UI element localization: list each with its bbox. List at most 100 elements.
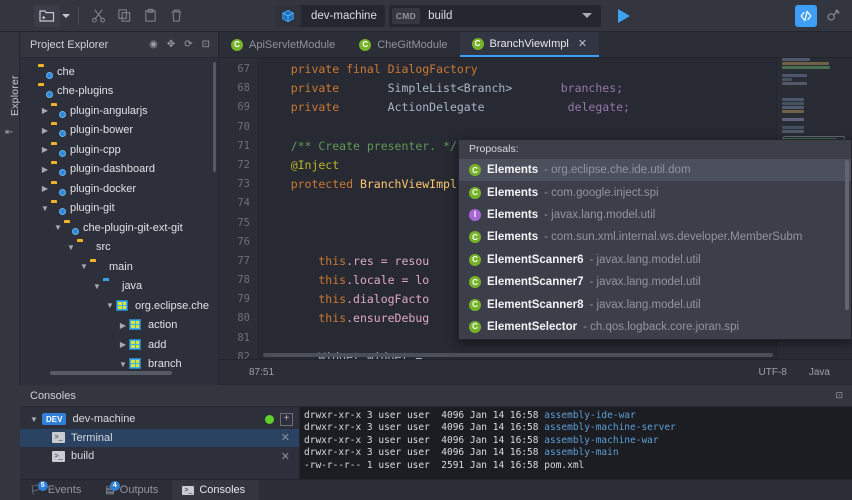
tree-node[interactable]: ▶add bbox=[20, 335, 218, 355]
line-number: 72 bbox=[219, 156, 257, 175]
collapse-icon[interactable]: ⇤ bbox=[5, 127, 13, 138]
code-line: private SimpleList<Branch> branches; bbox=[263, 79, 852, 98]
chevron-down-icon[interactable]: ▼ bbox=[52, 223, 64, 232]
bottom-tab[interactable]: ▤4Outputs bbox=[95, 480, 172, 500]
tree-node[interactable]: ▶plugin-cpp bbox=[20, 140, 218, 160]
console-list-item[interactable]: ▼DEVdev-machine+ bbox=[20, 410, 299, 429]
tree-node[interactable]: ▼che-plugin-git-ext-git bbox=[20, 218, 218, 238]
tree-node[interactable]: ·che-plugins bbox=[20, 82, 218, 102]
bottom-tab[interactable]: 🏳5Events bbox=[20, 480, 95, 500]
cut-icon[interactable] bbox=[85, 5, 111, 27]
web-project-folder-icon bbox=[51, 163, 65, 175]
minimap-line bbox=[782, 66, 830, 69]
tree-vertical-scrollbar[interactable] bbox=[213, 62, 216, 172]
chevron-down-icon[interactable]: ▼ bbox=[39, 204, 51, 213]
console-list-item[interactable]: >_build✕ bbox=[20, 447, 299, 466]
tree-node[interactable]: ▼org.eclipse.che bbox=[20, 296, 218, 316]
close-icon[interactable]: ✕ bbox=[281, 450, 290, 463]
command-selector[interactable]: CMD build bbox=[389, 5, 601, 27]
tree-horizontal-scrollbar[interactable] bbox=[50, 371, 172, 375]
line-number: 70 bbox=[219, 118, 257, 137]
tree-node[interactable]: ▶action bbox=[20, 316, 218, 336]
proposal-item[interactable]: CElementSelector- ch.qos.logback.core.jo… bbox=[459, 316, 851, 338]
chevron-down-icon[interactable]: ▼ bbox=[91, 282, 103, 291]
tree-spacer: · bbox=[26, 67, 38, 76]
proposals-scrollbar[interactable] bbox=[845, 160, 849, 310]
run-button[interactable] bbox=[611, 5, 637, 27]
chevron-right-icon[interactable]: ▶ bbox=[39, 126, 51, 135]
code-token: this bbox=[263, 254, 346, 268]
code-token: this bbox=[263, 311, 346, 325]
bottom-tab[interactable]: >_Consoles bbox=[172, 480, 259, 500]
proposal-item[interactable]: CElementScanner6- javax.lang.model.util bbox=[459, 249, 851, 271]
project-tree[interactable]: ·che·che-plugins▶plugin-angularjs▶plugin… bbox=[20, 58, 218, 378]
delete-icon[interactable] bbox=[163, 5, 189, 27]
proposal-package: - com.google.inject.spi bbox=[544, 187, 658, 199]
tree-node[interactable]: ▼src bbox=[20, 238, 218, 258]
tree-node[interactable]: ·che bbox=[20, 62, 218, 82]
editor-tab[interactable]: CBranchViewImpl✕ bbox=[460, 32, 600, 57]
console-list[interactable]: ▼DEVdev-machine+>_Terminal✕>_build✕ bbox=[20, 407, 300, 479]
editor-horizontal-scrollbar[interactable] bbox=[263, 353, 773, 357]
terminal-file-name: assembly-machine-server bbox=[544, 422, 676, 433]
chevron-down-icon[interactable]: ▼ bbox=[104, 301, 116, 310]
paste-icon[interactable] bbox=[137, 5, 163, 27]
proposal-item[interactable]: CElementScanner8- javax.lang.model.util bbox=[459, 293, 851, 315]
code-token: private bbox=[263, 81, 339, 95]
target-icon[interactable]: ◉ bbox=[149, 39, 158, 50]
terminal-output[interactable]: drwxr-xr-x 3 user user 4096 Jan 14 16:58… bbox=[300, 407, 852, 479]
proposal-item[interactable]: IElements- javax.lang.model.util bbox=[459, 204, 851, 226]
java-class-icon: C bbox=[472, 38, 484, 50]
add-console-button[interactable]: + bbox=[280, 413, 293, 426]
chevron-right-icon[interactable]: ▶ bbox=[117, 321, 129, 330]
preferences-icon[interactable] bbox=[822, 5, 844, 27]
chevron-right-icon[interactable]: ▶ bbox=[39, 184, 51, 193]
tree-node[interactable]: ▼java bbox=[20, 277, 218, 297]
proposal-item[interactable]: CElementScanner7- javax.lang.model.util bbox=[459, 271, 851, 293]
maximize-icon[interactable]: ⊡ bbox=[202, 39, 210, 50]
proposal-item[interactable]: CElements- org.eclipse.che.ide.util.dom bbox=[459, 159, 851, 181]
tree-node[interactable]: ▼plugin-git bbox=[20, 199, 218, 219]
proposal-item[interactable]: CElements- com.sun.xml.internal.ws.devel… bbox=[459, 226, 851, 248]
close-icon[interactable]: ✕ bbox=[578, 37, 587, 50]
chevron-right-icon[interactable]: ▶ bbox=[117, 340, 129, 349]
chevron-down-icon[interactable]: ▼ bbox=[65, 243, 77, 252]
chevron-right-icon[interactable]: ▶ bbox=[39, 145, 51, 154]
tree-node[interactable]: ▶ plugin-bower bbox=[20, 121, 218, 141]
line-number: 75 bbox=[219, 214, 257, 233]
proposal-item[interactable]: CElements- com.google.inject.spi bbox=[459, 181, 851, 203]
proposal-package: - javax.lang.model.util bbox=[590, 254, 701, 266]
tree-node[interactable]: ▶plugin-docker bbox=[20, 179, 218, 199]
collapse-all-icon[interactable]: ✥ bbox=[167, 39, 175, 50]
refresh-icon[interactable]: ⟳ bbox=[184, 39, 192, 50]
proposals-list[interactable]: CElements- org.eclipse.che.ide.util.domC… bbox=[459, 159, 851, 340]
proposal-item[interactable]: IElementSelector- org.w3c.css.sac bbox=[459, 338, 851, 340]
machine-selector[interactable]: dev-machine bbox=[275, 5, 385, 27]
code-view-icon[interactable] bbox=[795, 5, 817, 27]
tree-node[interactable]: ▶plugin-dashboard bbox=[20, 160, 218, 180]
new-folder-caret-icon[interactable] bbox=[60, 5, 72, 27]
chevron-down-icon[interactable]: ▼ bbox=[78, 262, 90, 271]
copy-icon[interactable] bbox=[111, 5, 137, 27]
line-number: 67 bbox=[219, 60, 257, 79]
maximize-panel-icon[interactable]: ⊡ bbox=[835, 390, 852, 401]
tree-node[interactable]: ▼main bbox=[20, 257, 218, 277]
code-token: ActionDelegate bbox=[339, 100, 567, 114]
chevron-right-icon[interactable]: ▶ bbox=[39, 165, 51, 174]
tree-node-label: plugin-bower bbox=[70, 124, 133, 136]
close-icon[interactable]: ✕ bbox=[281, 431, 290, 444]
chevron-right-icon[interactable]: ▶ bbox=[39, 106, 51, 115]
console-list-item[interactable]: >_Terminal✕ bbox=[20, 429, 299, 448]
editor-tab[interactable]: CApiServletModule bbox=[219, 32, 347, 57]
autocomplete-popup[interactable]: Proposals: CElements- org.eclipse.che.id… bbox=[458, 139, 852, 340]
chevron-down-icon[interactable]: ▼ bbox=[26, 415, 42, 424]
proposal-name: Elements bbox=[487, 164, 538, 176]
tree-node[interactable]: ▶plugin-angularjs bbox=[20, 101, 218, 121]
chevron-down-icon[interactable] bbox=[582, 13, 592, 18]
minimap-line bbox=[782, 106, 804, 109]
chevron-down-icon[interactable]: ▼ bbox=[117, 360, 129, 369]
new-folder-icon[interactable] bbox=[34, 5, 60, 27]
editor-tab[interactable]: CCheGitModule bbox=[347, 32, 459, 57]
folder-icon bbox=[77, 241, 91, 253]
proposal-package: - javax.lang.model.util bbox=[544, 209, 655, 221]
